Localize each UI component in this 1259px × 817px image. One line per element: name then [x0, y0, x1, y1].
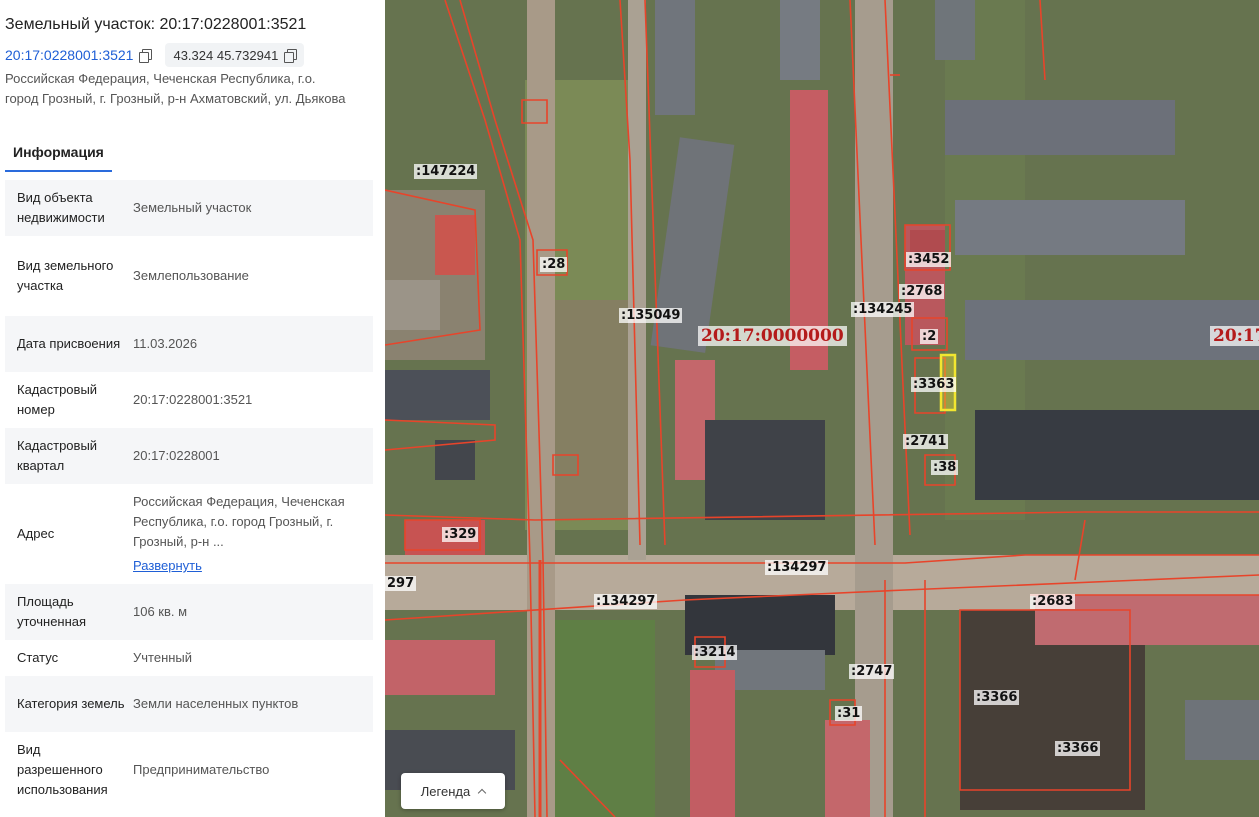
parcel-label: :2 [920, 329, 939, 344]
cadastral-number-text[interactable]: 20:17:0228001:3521 [5, 47, 133, 63]
cadastral-quarter-label: 20:17:0000000 [698, 326, 847, 346]
info-row-label: Статус [17, 650, 59, 665]
tab-bar: Информация [5, 140, 112, 172]
info-row-value: Земельный участок [133, 200, 252, 215]
satellite-imagery [385, 0, 1259, 817]
parcel-label: :3366 [974, 690, 1020, 705]
expand-link[interactable]: Развернуть [133, 556, 365, 576]
info-row: Категория земель Земли населенных пункто… [5, 676, 373, 732]
info-row-value: 20:17:0228001:3521 [133, 392, 253, 407]
copy-icon[interactable] [139, 48, 153, 63]
info-row-value: Российская Федерация, Чеченская Республи… [133, 484, 373, 584]
info-row-value: 20:17:0228001 [133, 448, 220, 463]
parcel-label: :38 [931, 460, 959, 475]
coordinates-chip[interactable]: 43.324 45.732941 [165, 43, 305, 67]
parcel-label: :134245 [851, 302, 915, 317]
info-row-label: Вид объекта недвижимости [17, 190, 105, 225]
parcel-label: :134297 [594, 594, 658, 609]
cadastral-number-link[interactable]: 20:17:0228001:3521 [5, 44, 153, 66]
info-row-label: Категория земель [17, 696, 125, 711]
parcel-label: :2683 [1030, 594, 1076, 609]
info-row: Вид разрешенного использования Предприни… [5, 732, 373, 808]
chevron-up-icon [477, 788, 487, 798]
info-row-label: Дата присвоения [17, 336, 121, 351]
cadastral-map[interactable]: :147224 :28 :135049 :134245 :3452 :2768 … [385, 0, 1259, 817]
info-row: Кадастровый квартал 20:17:0228001 [5, 428, 373, 484]
parcel-label: 297 [385, 576, 417, 591]
info-row-label: Площадь уточненная [17, 594, 87, 629]
cadastral-quarter-label-right: 20:17 [1210, 326, 1259, 346]
info-table: Вид объекта недвижимости Земельный участ… [5, 180, 373, 808]
info-row: Площадь уточненная 106 кв. м [5, 584, 373, 640]
info-row-label: Кадастровый номер [17, 382, 98, 417]
parcel-label: :28 [540, 257, 568, 272]
info-row: Вид объекта недвижимости Земельный участ… [5, 180, 373, 236]
info-row-address: Адрес Российская Федерация, Чеченская Ре… [5, 484, 373, 584]
address-short-text: Российская Федерация, Чеченская Республи… [133, 494, 345, 549]
legend-label[interactable]: Легенда [421, 784, 470, 799]
page-title: Земельный участок: 20:17:0228001:3521 [5, 16, 307, 33]
parcel-label: :3366 [1055, 741, 1101, 756]
info-row-label: Вид земельного участка [17, 258, 114, 293]
info-row-value: Предпринимательство [133, 762, 270, 777]
parcel-label: :31 [835, 706, 863, 721]
parcel-label: :2747 [849, 664, 895, 679]
copy-icon[interactable] [284, 48, 298, 63]
info-row: Дата присвоения 11.03.2026 [5, 316, 373, 372]
parcel-label: :2768 [899, 284, 945, 299]
parcel-label: :2741 [903, 434, 949, 449]
parcel-label: :3363 [911, 377, 957, 392]
info-row-value: Земли населенных пунктов [133, 696, 299, 711]
info-row-label: Вид разрешенного использования [17, 742, 108, 797]
parcel-label: :147224 [414, 164, 478, 179]
info-row-label: Кадастровый квартал [17, 438, 98, 473]
parcel-label: :329 [442, 527, 479, 542]
info-row: Вид земельного участка Землепользование [5, 236, 373, 316]
info-row-label: Адрес [17, 526, 55, 541]
parcel-label: :134297 [765, 560, 829, 575]
coordinates-text: 43.324 45.732941 [173, 47, 279, 63]
parcel-label: :3452 [906, 252, 952, 267]
info-row: Статус Учтенный [5, 640, 373, 676]
identifier-chips: 20:17:0228001:3521 43.324 45.732941 [5, 43, 305, 67]
parcel-label: :135049 [619, 308, 683, 323]
info-panel: Земельный участок: 20:17:0228001:3521 20… [0, 0, 385, 817]
info-row-value: Землепользование [133, 268, 249, 283]
parcel-label: :3214 [692, 645, 738, 660]
info-row-value: Учтенный [133, 650, 193, 665]
legend-button[interactable]: Легенда [401, 773, 505, 809]
info-row: Кадастровый номер 20:17:0228001:3521 [5, 372, 373, 428]
info-row-value: 11.03.2026 [133, 336, 198, 351]
address-text: Российская Федерация, Чеченская Республи… [5, 71, 346, 106]
tab-information[interactable]: Информация [5, 140, 112, 172]
info-row-value: 106 кв. м [133, 604, 188, 619]
